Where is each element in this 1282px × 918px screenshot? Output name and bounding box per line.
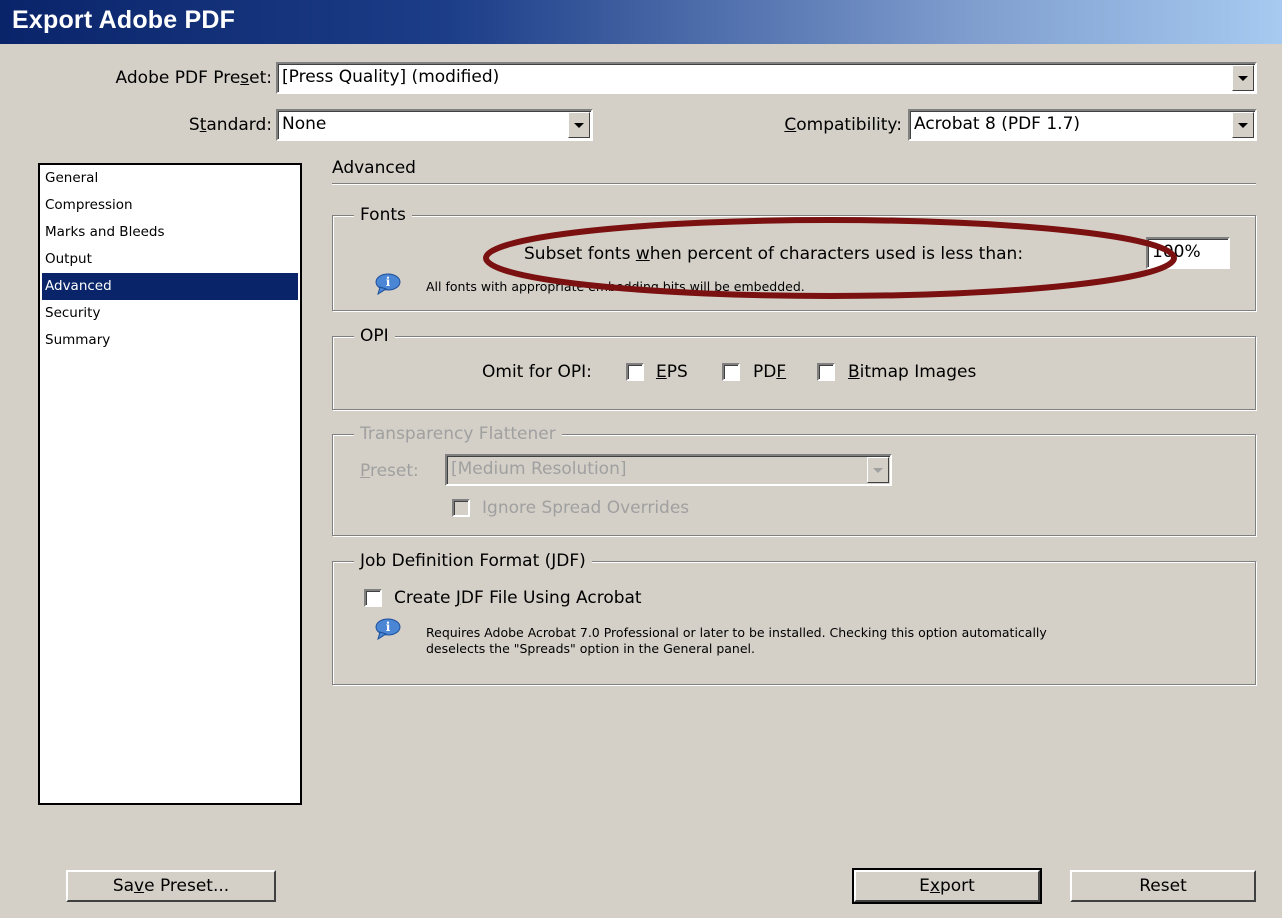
preset-select[interactable]: [Press Quality] (modified) bbox=[276, 62, 1257, 94]
opi-legend: OPI bbox=[354, 326, 395, 346]
jdf-legend: Job Definition Format (JDF) bbox=[354, 551, 592, 571]
export-button[interactable]: Export bbox=[852, 868, 1042, 904]
info-icon: i bbox=[375, 273, 401, 295]
transparency-preset-dropdown-button[interactable] bbox=[867, 457, 889, 483]
sidebar-item-compression[interactable]: Compression bbox=[42, 192, 298, 219]
pdf-checkbox[interactable] bbox=[722, 363, 740, 381]
compatibility-value: Acrobat 8 (PDF 1.7) bbox=[914, 114, 1081, 134]
sidebar-item-marks-and-bleeds[interactable]: Marks and Bleeds bbox=[42, 219, 298, 246]
svg-text:i: i bbox=[386, 275, 391, 289]
bitmap-images-checkbox[interactable] bbox=[817, 363, 835, 381]
jdf-info-text-line1: Requires Adobe Acrobat 7.0 Professional … bbox=[426, 625, 1047, 640]
highlight-ellipse bbox=[483, 217, 1177, 299]
preset-dropdown-button[interactable] bbox=[1232, 65, 1254, 91]
chevron-down-icon bbox=[1238, 123, 1248, 128]
sidebar-item-security[interactable]: Security bbox=[42, 300, 298, 327]
eps-label: EPS bbox=[656, 362, 688, 382]
panel-title: Advanced bbox=[332, 158, 416, 178]
chevron-down-icon bbox=[873, 468, 883, 473]
pdf-label: PDF bbox=[753, 362, 787, 382]
ignore-spread-overrides-checkbox[interactable] bbox=[452, 499, 470, 517]
sidebar-item-advanced[interactable]: Advanced bbox=[42, 273, 298, 300]
transparency-flattener-legend: Transparency Flattener bbox=[354, 424, 562, 444]
opi-group bbox=[332, 336, 1256, 410]
standard-select[interactable]: None bbox=[276, 109, 593, 141]
create-jdf-checkbox[interactable] bbox=[364, 589, 382, 607]
eps-checkbox[interactable] bbox=[626, 363, 644, 381]
transparency-preset-label: Preset: bbox=[360, 461, 419, 481]
bitmap-images-label: Bitmap Images bbox=[848, 362, 977, 382]
sidebar-item-output[interactable]: Output bbox=[42, 246, 298, 273]
preset-label: Adobe PDF Preset: bbox=[115, 68, 272, 88]
panel-title-divider bbox=[332, 183, 1256, 184]
chevron-down-icon bbox=[1238, 76, 1248, 81]
jdf-info-text-line2: deselects the "Spreads" option in the Ge… bbox=[426, 641, 755, 656]
sidebar-list[interactable]: General Compression Marks and Bleeds Out… bbox=[38, 163, 302, 805]
svg-text:i: i bbox=[386, 620, 391, 634]
reset-button[interactable]: Reset bbox=[1070, 870, 1256, 902]
info-icon: i bbox=[375, 618, 401, 640]
chevron-down-icon bbox=[574, 123, 584, 128]
standard-dropdown-button[interactable] bbox=[568, 112, 590, 138]
save-preset-button[interactable]: Save Preset... bbox=[66, 870, 276, 902]
standard-label: Standard: bbox=[188, 115, 272, 135]
preset-value: [Press Quality] (modified) bbox=[282, 67, 500, 87]
compatibility-select[interactable]: Acrobat 8 (PDF 1.7) bbox=[908, 109, 1257, 141]
transparency-preset-select[interactable]: [Medium Resolution] bbox=[445, 454, 892, 486]
omit-for-opi-label: Omit for OPI: bbox=[482, 362, 592, 382]
fonts-legend: Fonts bbox=[354, 205, 412, 225]
ignore-spread-overrides-label: Ignore Spread Overrides bbox=[482, 498, 690, 518]
sidebar-item-summary[interactable]: Summary bbox=[42, 327, 298, 354]
window-title: Export Adobe PDF bbox=[12, 6, 236, 34]
compatibility-label: Compatibility: bbox=[784, 115, 902, 135]
compatibility-dropdown-button[interactable] bbox=[1232, 112, 1254, 138]
transparency-preset-value: [Medium Resolution] bbox=[451, 459, 627, 479]
jdf-group bbox=[332, 561, 1256, 685]
standard-value: None bbox=[282, 114, 327, 134]
create-jdf-label: Create JDF File Using Acrobat bbox=[394, 588, 642, 608]
sidebar-item-general[interactable]: General bbox=[42, 165, 298, 192]
